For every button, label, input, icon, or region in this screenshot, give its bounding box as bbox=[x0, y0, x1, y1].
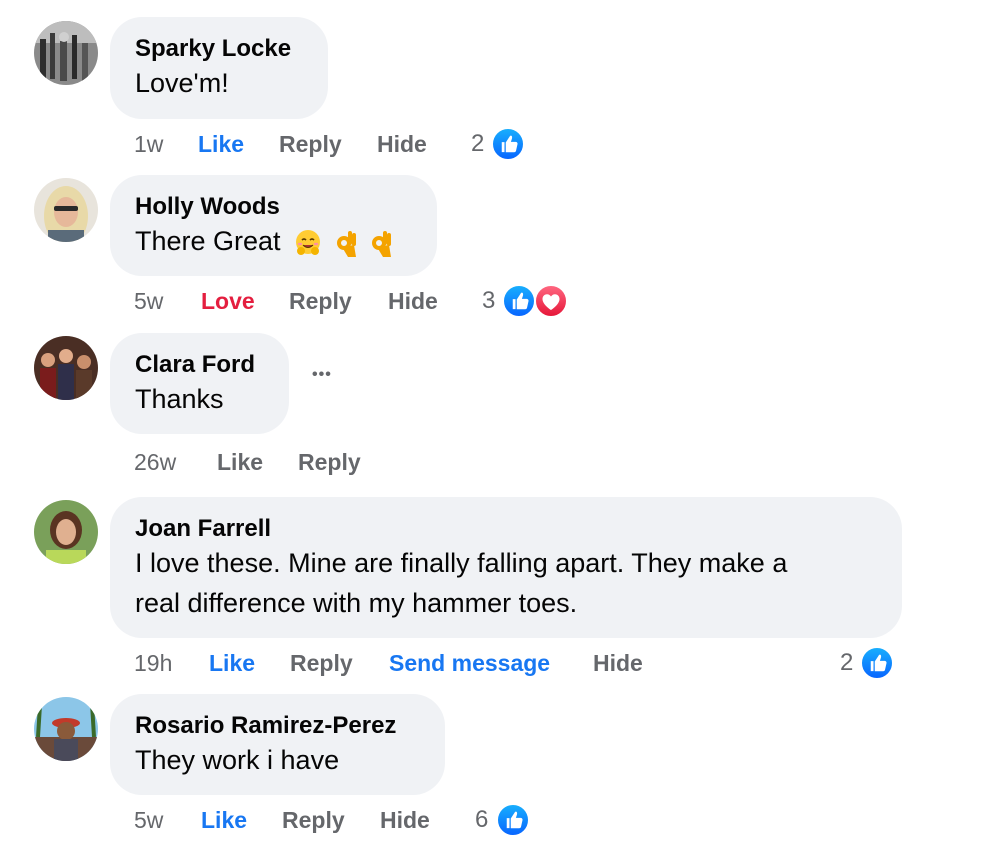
comment-author[interactable]: Sparky Locke bbox=[135, 34, 303, 64]
comment-text: There Great bbox=[135, 222, 412, 260]
hide-button[interactable]: Hide bbox=[593, 646, 643, 680]
hide-button[interactable]: Hide bbox=[380, 803, 430, 837]
comment-actions: 5w Like Reply Hide 6 bbox=[134, 803, 554, 837]
comment-bubble: Joan Farrell I love these. Mine are fina… bbox=[110, 497, 902, 638]
reaction-count[interactable]: 6 bbox=[475, 803, 488, 837]
like-reaction-icon[interactable] bbox=[496, 803, 530, 837]
avatar-rosario-ramirez-perez[interactable] bbox=[34, 697, 98, 761]
reply-button[interactable]: Reply bbox=[289, 284, 352, 318]
comment-actions: 26w Like Reply bbox=[134, 445, 434, 479]
like-button[interactable]: Like bbox=[209, 646, 255, 680]
more-options-icon[interactable]: ••• bbox=[312, 366, 332, 384]
like-reaction-icon[interactable] bbox=[860, 646, 894, 680]
comment-text: Love'm! bbox=[135, 68, 229, 98]
comment-text-line: real difference with my hammer toes. bbox=[135, 588, 578, 618]
ok-hand-emoji-icon bbox=[367, 227, 395, 259]
comment-text: Thanks bbox=[135, 384, 224, 414]
reaction-count[interactable]: 3 bbox=[482, 284, 495, 318]
avatar-joan-farrell[interactable] bbox=[34, 500, 98, 564]
comment-timestamp[interactable]: 5w bbox=[134, 284, 163, 318]
send-message-button[interactable]: Send message bbox=[389, 646, 550, 680]
avatar-holly-woods[interactable] bbox=[34, 178, 98, 242]
like-reaction-icon[interactable] bbox=[491, 127, 525, 161]
comment-timestamp[interactable]: 26w bbox=[134, 445, 176, 479]
comment-timestamp[interactable]: 1w bbox=[134, 127, 163, 161]
comment-text-line: I love these. Mine are finally falling a… bbox=[135, 548, 788, 578]
reply-button[interactable]: Reply bbox=[298, 445, 361, 479]
comment-bubble: Clara Ford Thanks bbox=[110, 333, 289, 434]
love-button[interactable]: Love bbox=[201, 284, 255, 318]
comment-timestamp[interactable]: 5w bbox=[134, 803, 163, 837]
comment-author[interactable]: Rosario Ramirez-Perez bbox=[135, 711, 420, 741]
like-button[interactable]: Like bbox=[198, 127, 244, 161]
ok-hand-emoji-icon bbox=[332, 227, 360, 259]
comment-text-content: There Great bbox=[135, 226, 281, 256]
love-reaction-icon[interactable] bbox=[534, 284, 568, 318]
comment-actions: 1w Like Reply Hide 2 bbox=[134, 127, 554, 161]
avatar-clara-ford[interactable] bbox=[34, 336, 98, 400]
like-button[interactable]: Like bbox=[217, 445, 263, 479]
avatar-sparky-locke[interactable] bbox=[34, 21, 98, 85]
reaction-count[interactable]: 2 bbox=[840, 646, 853, 680]
comment-bubble: Sparky Locke Love'm! bbox=[110, 17, 328, 119]
like-button[interactable]: Like bbox=[201, 803, 247, 837]
comment-timestamp[interactable]: 19h bbox=[134, 646, 172, 680]
reaction-count[interactable]: 2 bbox=[471, 127, 484, 161]
comment-bubble: Rosario Ramirez-Perez They work i have bbox=[110, 694, 445, 795]
reply-button[interactable]: Reply bbox=[290, 646, 353, 680]
comment-bubble: Holly Woods There Great bbox=[110, 175, 437, 276]
comment-author[interactable]: Clara Ford bbox=[135, 350, 264, 380]
reply-button[interactable]: Reply bbox=[279, 127, 342, 161]
reply-button[interactable]: Reply bbox=[282, 803, 345, 837]
like-reaction-icon[interactable] bbox=[502, 284, 536, 318]
comment-actions: 5w Love Reply Hide 3 bbox=[134, 284, 594, 318]
comment-author[interactable]: Holly Woods bbox=[135, 192, 412, 222]
comment-text: They work i have bbox=[135, 745, 340, 775]
hide-button[interactable]: Hide bbox=[388, 284, 438, 318]
comment-author[interactable]: Joan Farrell bbox=[135, 514, 877, 544]
comment-actions: 19h Like Reply Send message Hide 2 bbox=[134, 646, 904, 680]
hugging-face-emoji-icon bbox=[292, 227, 324, 259]
hide-button[interactable]: Hide bbox=[377, 127, 427, 161]
